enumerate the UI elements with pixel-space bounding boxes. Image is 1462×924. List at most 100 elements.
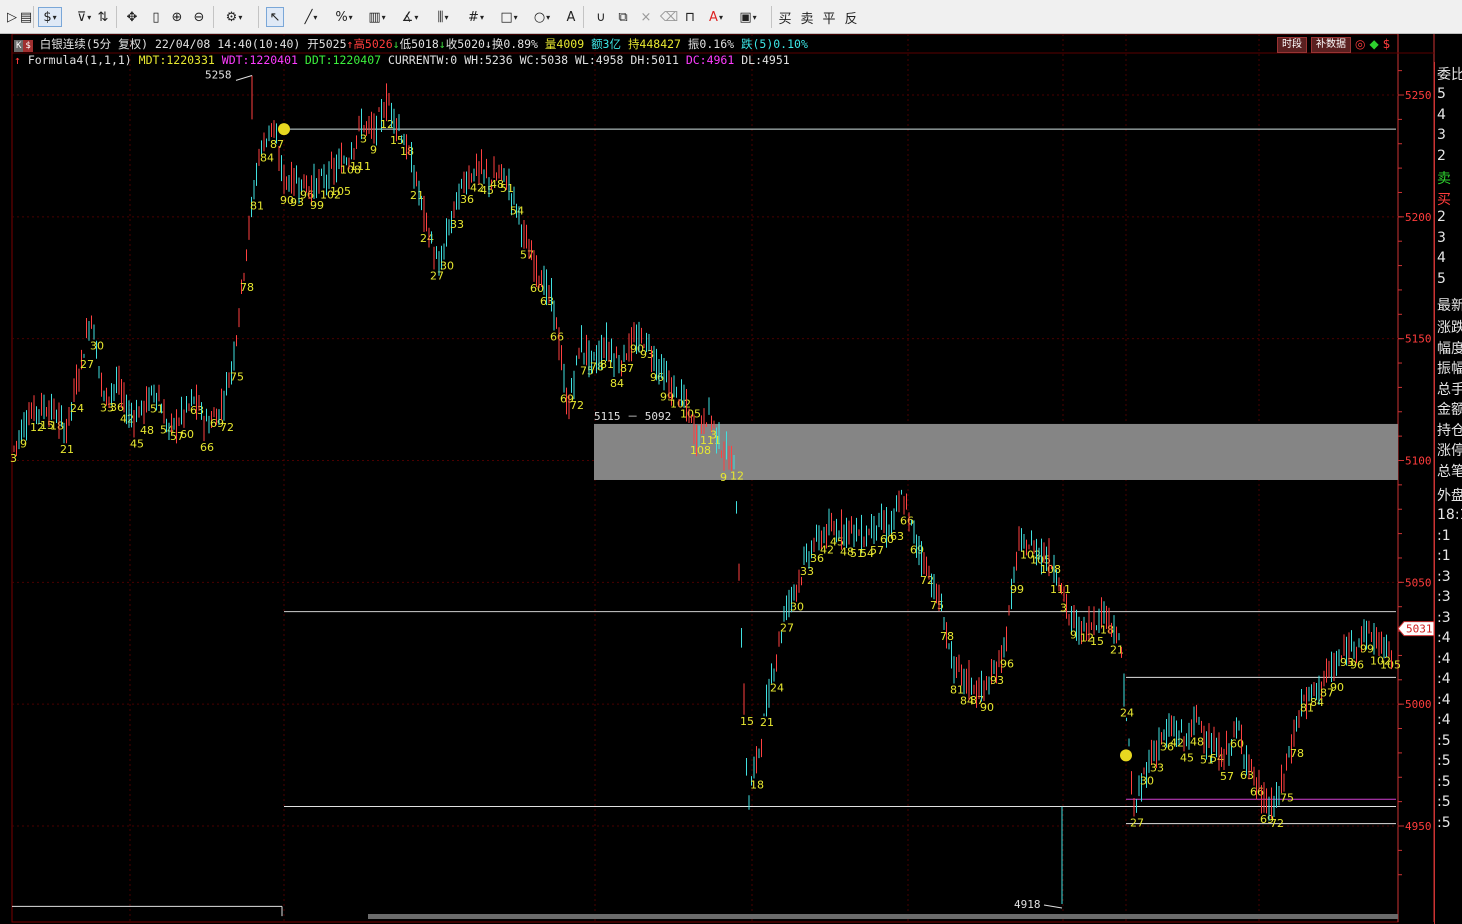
toolbar-separator <box>116 6 117 28</box>
chevron-down-icon: ▾ <box>52 12 57 22</box>
indicator-info-bar: ↑ Formula4(1,1,1) MDT:1220331 WDT:122040… <box>14 52 790 68</box>
refresh-icon[interactable]: ◎ <box>1355 37 1365 53</box>
amplitude: 振0.16% <box>687 37 735 51</box>
bar-count-label: 45 <box>1180 751 1194 764</box>
order-book-item: 3 <box>1437 229 1446 246</box>
indicator-dl: DL:4951 <box>741 53 790 67</box>
indicator-ddt: DDT:1220407 <box>304 53 382 67</box>
line-icon[interactable]: ╱ ▾ <box>299 7 323 27</box>
color-icon[interactable]: A ▾ <box>704 7 728 27</box>
bar-count-label: 3 <box>10 452 17 465</box>
volume: 量4009 <box>544 37 585 51</box>
indicator-wdt: WDT:1220401 <box>221 53 298 67</box>
angle-icon[interactable]: ∡ ▾ <box>398 7 422 27</box>
move-icon[interactable]: ✥ <box>123 7 141 27</box>
chevron-down-icon: ▾ <box>444 12 449 22</box>
bar-count-label: 105 <box>1380 658 1401 671</box>
column-icon[interactable]: ▯ <box>147 7 165 27</box>
y-tick-label: 5250 <box>1405 89 1432 102</box>
circle-icon-glyph: ○ <box>533 9 546 25</box>
percent-icon[interactable]: % ▾ <box>332 7 356 27</box>
bar-count-label: 63 <box>890 530 904 543</box>
settings-icon[interactable]: ⚙ ▾ <box>222 7 246 27</box>
horizontal-scrollbar[interactable] <box>368 914 1398 919</box>
order-book-item: :4 <box>1437 650 1451 667</box>
smiley-icon[interactable] <box>1120 749 1132 762</box>
diamond-icon[interactable]: ◆ <box>1369 37 1378 53</box>
order-book-item: 5 <box>1437 86 1446 102</box>
time-period-button[interactable]: 时段 <box>1277 37 1307 53</box>
bar-count-label: 108 <box>1040 563 1061 576</box>
bar-count-label: 78 <box>240 281 254 294</box>
circle-icon[interactable]: ○ ▾ <box>530 7 554 27</box>
filter-icon[interactable]: ⊽ ▾ <box>72 7 96 27</box>
copy-icon-glyph: ⧉ <box>618 9 628 25</box>
order-book-item: :4 <box>1437 712 1451 728</box>
save-icon[interactable]: ▣ ▾ <box>736 7 760 27</box>
high-pointer <box>235 75 253 81</box>
bar-count-label: 33 <box>450 218 464 231</box>
kline-chip[interactable]: K <box>14 40 24 52</box>
trade-button-2[interactable]: 平 <box>820 7 838 27</box>
trade-button-1[interactable]: 卖 <box>798 7 816 27</box>
zoom-out-icon[interactable]: ⊖ <box>190 7 208 27</box>
magnet-icon-glyph: ∪ <box>596 9 606 25</box>
copy-icon[interactable]: ⧉ <box>614 7 632 27</box>
bar-count-label: 78 <box>1290 747 1304 760</box>
sort-icon-glyph: ⇅ <box>97 9 109 25</box>
order-book-item: :4 <box>1437 671 1451 687</box>
order-book-item: 4 <box>1437 106 1446 123</box>
trade-button-0[interactable]: 买 <box>776 7 794 27</box>
chart-canvas[interactable]: 5250 5200 5150 5100 5050 5000 4950 5115 － 5092 3… <box>0 34 1462 924</box>
order-book-item: :3 <box>1437 568 1451 585</box>
indicator-name[interactable]: Formula4(1,1,1) <box>28 53 132 67</box>
pointer-icon-glyph: ↖ <box>269 9 281 25</box>
pointer-icon[interactable]: ↖ <box>266 7 284 27</box>
dollar-chip[interactable]: $ <box>23 40 33 52</box>
zoom-in-icon-glyph: ⊕ <box>171 9 183 25</box>
sort-icon[interactable]: ⇅ <box>94 7 112 27</box>
bar-count-label: 9 <box>370 144 377 157</box>
bar-count-label: 21 <box>60 443 74 456</box>
bar-count-label: 27 <box>80 358 94 371</box>
grid-icon[interactable]: # ▾ <box>464 7 488 27</box>
fill-data-button[interactable]: 补数据 <box>1311 37 1351 53</box>
y-tick-label: 5050 <box>1405 576 1432 589</box>
settings-icon-glyph: ⚙ <box>225 9 238 25</box>
bar-count-label: 33 <box>800 565 814 578</box>
close-icon[interactable]: × <box>637 7 655 27</box>
order-book-item: 2 <box>1437 209 1446 225</box>
bar-count-label: 90 <box>980 701 994 714</box>
order-book-item: :3 <box>1437 609 1451 626</box>
rect-icon[interactable]: □ ▾ <box>497 7 521 27</box>
bar-count-label: 57 <box>1220 770 1234 783</box>
channel-icon-glyph: ⫼ <box>437 9 444 25</box>
magnet-icon[interactable]: ∪ <box>592 7 610 27</box>
bar-count-label: 9 <box>20 438 27 451</box>
chevron-down-icon: ▾ <box>414 12 419 22</box>
bar-datetime: 22/04/08 14:40(10:40) <box>154 37 301 51</box>
kline-chart[interactable]: 5250 5200 5150 5100 5050 5000 4950 5115 － 5092 3… <box>0 34 1462 924</box>
dollar-icon[interactable]: $ <box>1383 37 1391 53</box>
bar-count-label: 24 <box>770 682 784 695</box>
filter-icon-glyph: ⊽ <box>76 9 87 25</box>
order-book-item: 涨停 <box>1437 443 1462 459</box>
quote-info-bar: K $ 白银连续(5分 复权) 22/04/08 14:40(10:40) 开50… <box>14 36 808 52</box>
channel-icon[interactable]: ⫼ ▾ <box>431 7 455 27</box>
lock-icon[interactable]: ⊓ <box>681 7 699 27</box>
trash-icon[interactable]: ⌫ <box>660 7 678 27</box>
chevron-down-icon: ▾ <box>313 12 318 22</box>
bar-count-label: 3 <box>710 428 717 441</box>
smiley-icon[interactable] <box>278 123 290 136</box>
percent-icon-glyph: % <box>335 9 348 25</box>
indicator-dh: DH:5011 <box>630 53 679 67</box>
order-book-item: :4 <box>1437 630 1451 646</box>
ruler-icon[interactable]: ▥ ▾ <box>365 7 389 27</box>
dollar-icon[interactable]: $ ▾ <box>38 7 62 27</box>
bar-count-label: 24 <box>70 402 84 415</box>
trade-button-3[interactable]: 反 <box>842 7 860 27</box>
line-icon-glyph: ╱ <box>304 9 313 25</box>
text-icon[interactable]: A <box>562 7 580 27</box>
zoom-in-icon[interactable]: ⊕ <box>168 7 186 27</box>
color-icon-glyph: A <box>709 9 718 25</box>
